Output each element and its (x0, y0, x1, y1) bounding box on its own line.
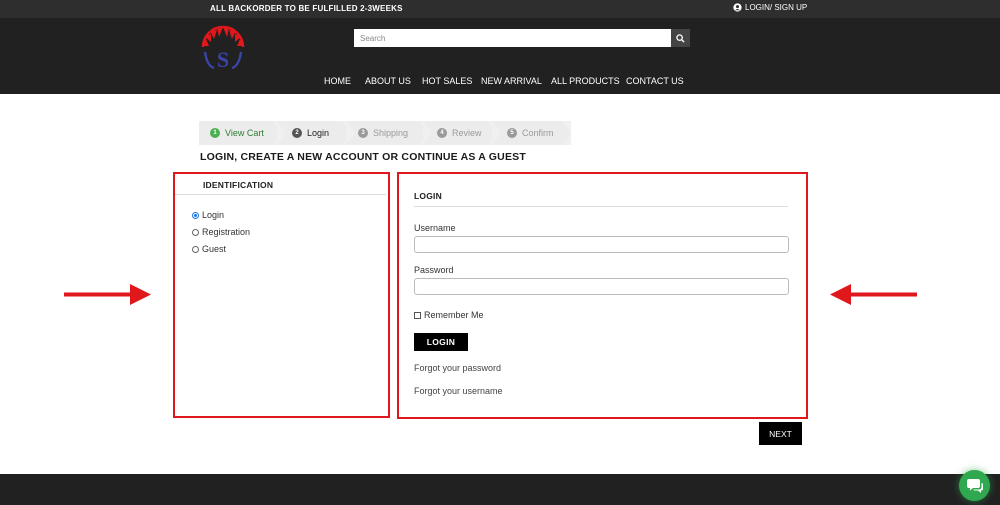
step-number: 3 (358, 128, 368, 138)
nav-hot-sales[interactable]: HOT SALES (422, 76, 472, 86)
chat-icon (966, 478, 983, 493)
radio-button[interactable] (192, 228, 199, 236)
nav-all-products[interactable]: ALL PRODUCTS (551, 76, 620, 86)
forgot-password-link[interactable]: Forgot your password (414, 363, 501, 373)
site-header: S HOME ABOUT US HOT SALES NEW ARRIVAL AL… (0, 18, 1000, 94)
step-number: 4 (437, 128, 447, 138)
divider (175, 194, 386, 195)
login-button[interactable]: LOGIN (414, 333, 468, 351)
step-label: Shipping (373, 128, 409, 138)
step-label: View Cart (225, 128, 264, 138)
radio-button[interactable] (192, 245, 199, 253)
password-field[interactable] (414, 278, 789, 295)
brand-logo[interactable]: S (198, 22, 248, 72)
username-field[interactable] (414, 236, 789, 253)
step-view-cart[interactable]: 1 View Cart (199, 121, 282, 145)
step-label: Login (307, 128, 330, 138)
nav-home[interactable]: HOME (324, 76, 351, 86)
step-login[interactable]: 2 Login (277, 121, 351, 145)
remember-me-checkbox[interactable] (414, 311, 421, 319)
site-footer (0, 474, 1000, 505)
step-number: 1 (210, 128, 220, 138)
username-label: Username (414, 223, 456, 233)
search-icon (676, 33, 685, 43)
login-signup-link[interactable]: LOGIN/ SIGN UP (733, 3, 807, 12)
chat-button[interactable] (959, 470, 990, 501)
radio-login[interactable]: Login (192, 210, 224, 220)
remember-me-label: Remember Me (424, 310, 484, 320)
password-label: Password (414, 265, 454, 275)
radio-registration[interactable]: Registration (192, 227, 250, 237)
login-signup-label: LOGIN/ SIGN UP (745, 3, 808, 12)
divider (414, 206, 788, 207)
nav-new-arrival[interactable]: NEW ARRIVAL (481, 76, 542, 86)
backorder-announcement: ALL BACKORDER TO BE FULFILLED 2-3WEEKS (210, 4, 403, 13)
step-confirm: 5 Confirm (492, 121, 571, 145)
step-label: Review (452, 128, 482, 138)
forgot-username-link[interactable]: Forgot your username (414, 386, 503, 396)
login-panel: LOGIN Username Password Remember Me LOGI… (397, 172, 808, 419)
step-review: 4 Review (423, 121, 497, 145)
identification-panel: IDENTIFICATION Login Registration Guest (173, 172, 390, 418)
login-panel-title: LOGIN (414, 191, 442, 201)
arrow-right-icon (64, 284, 151, 305)
nav-contact-us[interactable]: CONTACT US (626, 76, 684, 86)
search-button[interactable] (671, 29, 690, 47)
step-number: 2 (292, 128, 302, 138)
step-number: 5 (507, 128, 517, 138)
step-label: Confirm (522, 128, 554, 138)
radio-button[interactable] (192, 211, 199, 219)
search-input[interactable] (354, 29, 671, 47)
remember-me[interactable]: Remember Me (414, 310, 484, 320)
page-title: LOGIN, CREATE A NEW ACCOUNT OR CONTINUE … (200, 151, 526, 163)
radio-guest[interactable]: Guest (192, 244, 226, 254)
nav-about-us[interactable]: ABOUT US (365, 76, 411, 86)
main-nav: HOME ABOUT US HOT SALES NEW ARRIVAL ALL … (0, 76, 1000, 88)
step-shipping: 3 Shipping (346, 121, 428, 145)
next-button[interactable]: NEXT (759, 422, 802, 445)
radio-label: Guest (202, 244, 227, 254)
arrow-left-icon (830, 284, 917, 305)
radio-label: Registration (202, 227, 251, 237)
radio-label: Login (202, 210, 225, 220)
svg-text:S: S (217, 47, 229, 72)
identification-title: IDENTIFICATION (203, 180, 274, 190)
user-icon (733, 3, 742, 12)
top-announcement-bar: ALL BACKORDER TO BE FULFILLED 2-3WEEKS L… (0, 0, 1000, 18)
